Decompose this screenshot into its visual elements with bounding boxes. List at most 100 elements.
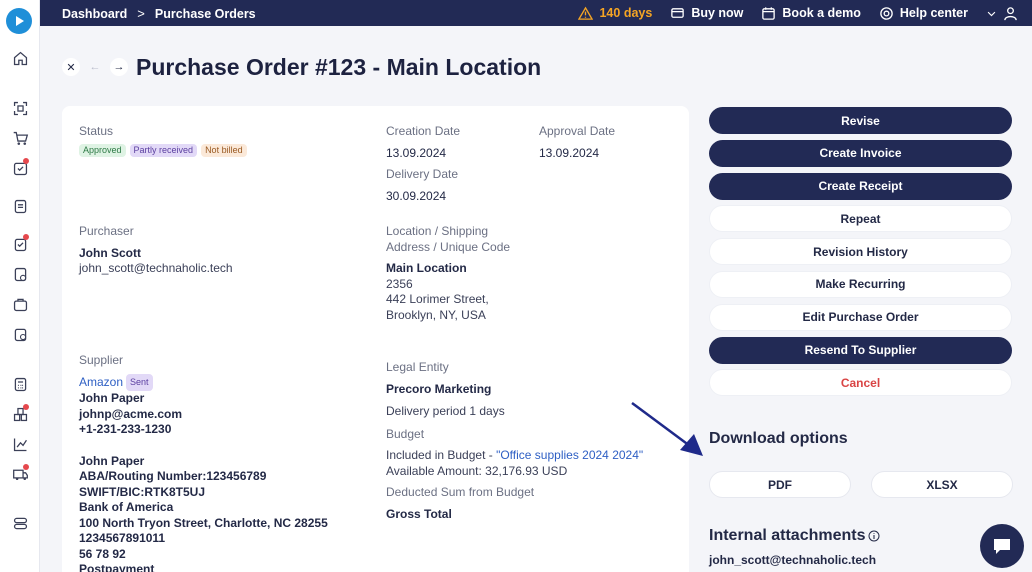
create-invoice-button[interactable]: Create Invoice [709, 139, 1012, 167]
cart-icon[interactable] [10, 128, 30, 148]
supplier-field: Supplier Amazon Sent John Paper johnp@ac… [79, 353, 328, 572]
bank-routing: ABA/Routing Number:123456789 [79, 469, 267, 483]
legal-entity-label: Legal Entity [386, 360, 449, 374]
notification-dot [23, 234, 29, 240]
bank-account: 1234567891011 [79, 531, 166, 545]
legal-entity-value: Precoro Marketing [386, 381, 492, 396]
home-icon[interactable] [10, 48, 30, 68]
pointer-arrow-icon [631, 401, 703, 456]
sidebar [0, 0, 40, 572]
location-name: Main Location [386, 261, 467, 275]
action-buttons: Revise Create Invoice Create Receipt Rep… [709, 107, 1012, 402]
download-options-title: Download options [709, 430, 848, 447]
approvals-icon[interactable] [10, 158, 30, 178]
status-field: Status Approved Partly received Not bill… [79, 124, 247, 157]
buy-now-button[interactable]: Buy now [670, 6, 743, 21]
location-code: 2356 [386, 276, 413, 291]
purchase-order-details: Status Approved Partly received Not bill… [62, 106, 689, 572]
warning-icon [578, 6, 594, 20]
settings-toggle-icon[interactable] [10, 513, 30, 533]
location-label: Location / Shipping [386, 224, 489, 238]
chat-icon [994, 539, 1010, 554]
revise-button[interactable]: Revise [709, 107, 1012, 134]
app-logo[interactable] [6, 8, 32, 34]
calendar-icon [762, 6, 776, 20]
notification-dot [23, 158, 29, 164]
user-menu[interactable] [986, 6, 1018, 21]
notification-dot [23, 404, 29, 410]
documents-icon[interactable] [10, 196, 30, 216]
cancel-button[interactable]: Cancel [709, 369, 1012, 397]
chat-button[interactable] [980, 524, 1024, 568]
book-demo-button[interactable]: Book a demo [761, 6, 861, 21]
location-label-secondary: Address / Unique Code [386, 239, 511, 254]
invoice-icon[interactable] [10, 264, 30, 284]
breadcrumb-dashboard[interactable]: Dashboard [62, 7, 127, 21]
budget-label: Budget [386, 426, 425, 441]
scan-icon[interactable] [10, 98, 30, 118]
purchaser-field: Purchaser John Scott john_scott@technaho… [79, 224, 233, 277]
notification-dot [23, 464, 29, 470]
supplier-sent-badge: Sent [126, 373, 153, 391]
revision-history-button[interactable]: Revision History [709, 238, 1012, 266]
book-demo-label: Book a demo [782, 6, 861, 20]
approval-date-label: Approval Date [539, 124, 616, 138]
breadcrumb: Dashboard > Purchase Orders [62, 6, 256, 21]
info-icon[interactable] [868, 530, 880, 542]
buy-now-label: Buy now [691, 6, 744, 20]
bank-address: 100 North Tryon Street, Charlotte, NC 28… [79, 515, 328, 530]
supplier-label: Supplier [79, 353, 124, 367]
page-title: Purchase Order #123 - Main Location [136, 54, 542, 80]
trial-indicator[interactable]: 140 days [578, 6, 652, 21]
delivery-date-label: Delivery Date [386, 167, 459, 181]
creation-date-field: Creation Date 13.09.2024 [386, 124, 460, 161]
creation-date-value: 13.09.2024 [386, 145, 447, 160]
bank-swift: SWIFT/BIC:RTK8T5UJ [79, 484, 205, 499]
deducted-value: Gross Total [386, 506, 452, 521]
status-label: Status [79, 124, 114, 138]
payment-terms: Postpayment [79, 562, 155, 572]
supplier-email: johnp@acme.com [79, 406, 183, 421]
status-badge-not-billed: Not billed [201, 143, 247, 157]
play-logo-icon [16, 16, 24, 26]
budget-included-prefix: Included in Budget - [386, 448, 497, 462]
internal-attachments-label: Internal attachments [709, 527, 866, 544]
bank-contact: John Paper [79, 453, 145, 468]
repeat-button[interactable]: Repeat [709, 205, 1012, 233]
edit-purchase-order-button[interactable]: Edit Purchase Order [709, 303, 1012, 331]
download-pdf-button[interactable]: PDF [709, 471, 851, 498]
help-center-button[interactable]: Help center [879, 6, 968, 21]
top-bar: Dashboard > Purchase Orders 140 days Buy… [40, 0, 1032, 26]
inventory-icon[interactable] [10, 404, 30, 424]
forward-arrow-icon[interactable]: → [110, 58, 128, 76]
download-xlsx-button[interactable]: XLSX [871, 471, 1013, 498]
calculator-icon[interactable] [10, 374, 30, 394]
buy-icon [671, 7, 685, 18]
receipt-icon[interactable] [10, 324, 30, 344]
breadcrumb-purchase-orders[interactable]: Purchase Orders [155, 7, 256, 21]
legal-entity-field: Legal Entity Precoro Marketing Delivery … [386, 360, 643, 522]
creation-date-label: Creation Date [386, 124, 461, 138]
delivery-icon[interactable] [10, 464, 30, 484]
back-arrow-icon[interactable]: ← [86, 58, 104, 76]
analytics-icon[interactable] [10, 434, 30, 454]
location-street: 442 Lorimer Street, [386, 292, 489, 306]
breadcrumb-separator: > [137, 6, 145, 21]
status-badge-partly-received: Partly received [129, 143, 198, 157]
box-icon[interactable] [10, 294, 30, 314]
lifebuoy-icon [880, 6, 893, 20]
chevron-down-icon [987, 11, 996, 16]
supplier-link[interactable]: Amazon [79, 375, 123, 391]
purchaser-name: John Scott [79, 245, 141, 260]
bank-name: Bank of America [79, 500, 174, 514]
location-field: Location / Shipping Address / Unique Cod… [386, 224, 510, 323]
budget-available: Available Amount: 32,176.93 USD [386, 463, 568, 478]
create-receipt-button[interactable]: Create Receipt [709, 172, 1012, 200]
budget-link[interactable]: "Office supplies 2024 2024" [496, 448, 643, 462]
make-recurring-button[interactable]: Make Recurring [709, 270, 1012, 298]
checklist-icon[interactable] [10, 234, 30, 254]
close-icon[interactable]: ✕ [62, 58, 80, 76]
delivery-period: Delivery period 1 days [386, 404, 505, 418]
purchaser-email: john_scott@technaholic.tech [79, 261, 233, 275]
resend-to-supplier-button[interactable]: Resend To Supplier [709, 336, 1012, 364]
